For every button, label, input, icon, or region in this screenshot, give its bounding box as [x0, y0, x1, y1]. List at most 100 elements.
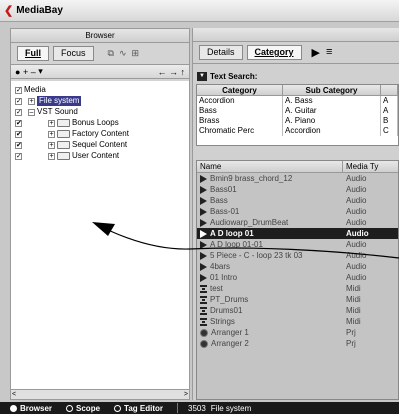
status-divider — [177, 403, 178, 413]
forward-icon[interactable]: → — [169, 67, 178, 77]
category-row[interactable]: Brass A. Piano B — [197, 116, 398, 126]
audio-file-icon — [200, 240, 207, 249]
result-name: Audiowarp_DrumBeat — [210, 218, 289, 227]
back-icon[interactable]: ← — [157, 67, 166, 77]
tab-full[interactable]: Full — [17, 46, 49, 61]
tree-item-bonus-loops[interactable]: ✔ + Bonus Loops — [15, 118, 119, 128]
tab-details[interactable]: Details — [199, 45, 243, 60]
result-row[interactable]: Audiowarp_DrumBeat Audio — [197, 217, 398, 228]
checkbox[interactable]: ✓ — [15, 86, 22, 94]
result-row[interactable]: Arranger 2 Prj — [197, 338, 398, 349]
collapse-icon[interactable]: – — [28, 108, 35, 116]
subcategory-column-header[interactable]: Sub Category — [283, 85, 381, 95]
tree-item-media[interactable]: ✓ Media — [15, 85, 46, 95]
subcategory-cell[interactable]: A. Piano — [283, 116, 381, 126]
checkbox[interactable]: ✔ — [15, 130, 22, 138]
search-toggle-icon[interactable]: ▼ — [197, 71, 207, 81]
copy-icon[interactable]: ⧉ — [108, 48, 114, 59]
result-name: Bass01 — [210, 185, 237, 194]
expand-icon[interactable]: + — [48, 152, 55, 160]
radio-on-icon — [10, 404, 17, 412]
name-column-header[interactable]: Name — [197, 161, 343, 172]
play-icon[interactable]: ▶ — [312, 46, 320, 59]
extra-cell[interactable]: A — [381, 106, 398, 116]
tree-item-user-content[interactable]: ✓ + User Content — [15, 151, 119, 161]
media-type-column-header[interactable]: Media Ty — [343, 161, 398, 172]
scroll-left-icon[interactable]: < — [12, 391, 20, 398]
result-row[interactable]: Arranger 1 Prj — [197, 327, 398, 338]
link-icon[interactable]: ∿ — [119, 48, 127, 59]
tree-item-vst-sound[interactable]: ✓ – VST Sound — [15, 107, 78, 117]
up-icon[interactable]: ↑ — [181, 67, 186, 77]
result-name: Bass — [210, 196, 228, 205]
browser-toggle[interactable]: Browser — [10, 404, 52, 413]
result-row[interactable]: Strings Midi — [197, 316, 398, 327]
checkbox[interactable]: ✓ — [15, 152, 22, 160]
result-row[interactable]: Drums01 Midi — [197, 305, 398, 316]
result-name: 4bars — [210, 262, 231, 271]
tree-label: Factory Content — [72, 129, 129, 138]
subcategory-cell[interactable]: Accordion — [283, 126, 381, 136]
category-row[interactable]: Accordion A. Bass A — [197, 96, 398, 106]
result-row[interactable]: 5 Piece - C - loop 23 tk 03 Audio — [197, 250, 398, 261]
expand-icon[interactable]: + — [48, 141, 55, 149]
result-row[interactable]: 01 Intro Audio — [197, 272, 398, 283]
result-row[interactable]: A D loop 01 Audio — [197, 228, 398, 239]
checkbox[interactable]: ✔ — [15, 141, 22, 149]
tree-item-factory-content[interactable]: ✔ + Factory Content — [15, 129, 129, 139]
folder-icon — [57, 141, 70, 149]
result-media-type: Midi — [346, 284, 361, 293]
result-row[interactable]: 4bars Audio — [197, 261, 398, 272]
expand-icon[interactable]: + — [28, 97, 35, 105]
tab-category[interactable]: Category — [246, 45, 302, 60]
tree-item-file-system[interactable]: ✓ + File system — [15, 96, 82, 106]
new-folder-icon[interactable]: ⊞ — [132, 48, 140, 59]
dropdown-icon[interactable]: ▾ — [38, 66, 43, 77]
audio-file-icon — [200, 251, 207, 260]
result-row[interactable]: Bmin9 brass_chord_12 Audio — [197, 173, 398, 184]
result-row[interactable]: A D loop 01-01 Audio — [197, 239, 398, 250]
result-row[interactable]: PT_Drums Midi — [197, 294, 398, 305]
category-row[interactable]: Chromatic Perc Accordion C — [197, 126, 398, 136]
result-row[interactable]: test Midi — [197, 283, 398, 294]
result-media-type: Audio — [346, 218, 367, 227]
checkbox[interactable]: ✓ — [15, 97, 22, 105]
extra-cell[interactable]: C — [381, 126, 398, 136]
scroll-right-icon[interactable]: > — [180, 391, 188, 398]
scope-toggle[interactable]: Scope — [66, 404, 100, 413]
record-icon[interactable]: ● — [15, 67, 20, 77]
subcategory-cell[interactable]: A. Guitar — [283, 106, 381, 116]
horizontal-scrollbar[interactable]: < > — [11, 389, 189, 399]
text-search[interactable]: ▼ Text Search: — [197, 70, 257, 82]
filter-icon[interactable]: ≡ — [326, 46, 332, 59]
midi-file-icon — [200, 306, 207, 315]
checkbox[interactable]: ✔ — [15, 119, 22, 127]
expand-icon[interactable]: + — [48, 130, 55, 138]
subcategory-cell[interactable]: A. Bass — [283, 96, 381, 106]
result-media-type: Audio — [346, 240, 367, 249]
category-cell[interactable]: Bass — [197, 106, 283, 116]
result-row[interactable]: Bass-01 Audio — [197, 206, 398, 217]
audio-file-icon — [200, 262, 207, 271]
result-name-cell: Bass — [197, 195, 343, 206]
tree-item-sequel-content[interactable]: ✔ + Sequel Content — [15, 140, 127, 150]
result-row[interactable]: Bass Audio — [197, 195, 398, 206]
extra-cell[interactable]: B — [381, 116, 398, 126]
result-name-cell: PT_Drums — [197, 294, 343, 305]
checkbox[interactable]: ✓ — [15, 108, 22, 116]
result-name-cell: Arranger 2 — [197, 338, 343, 349]
result-row[interactable]: Bass01 Audio — [197, 184, 398, 195]
category-cell[interactable]: Brass — [197, 116, 283, 126]
category-column-header[interactable]: Category — [197, 85, 283, 95]
category-row[interactable]: Bass A. Guitar A — [197, 106, 398, 116]
remove-icon[interactable]: – — [31, 67, 36, 77]
result-name: PT_Drums — [210, 295, 249, 304]
extra-cell[interactable]: A — [381, 96, 398, 106]
result-name-cell: Strings — [197, 316, 343, 327]
tag-editor-toggle[interactable]: Tag Editor — [114, 404, 163, 413]
tab-focus[interactable]: Focus — [53, 46, 94, 61]
category-cell[interactable]: Chromatic Perc — [197, 126, 283, 136]
category-cell[interactable]: Accordion — [197, 96, 283, 106]
add-icon[interactable]: + — [23, 67, 28, 77]
expand-icon[interactable]: + — [48, 119, 55, 127]
